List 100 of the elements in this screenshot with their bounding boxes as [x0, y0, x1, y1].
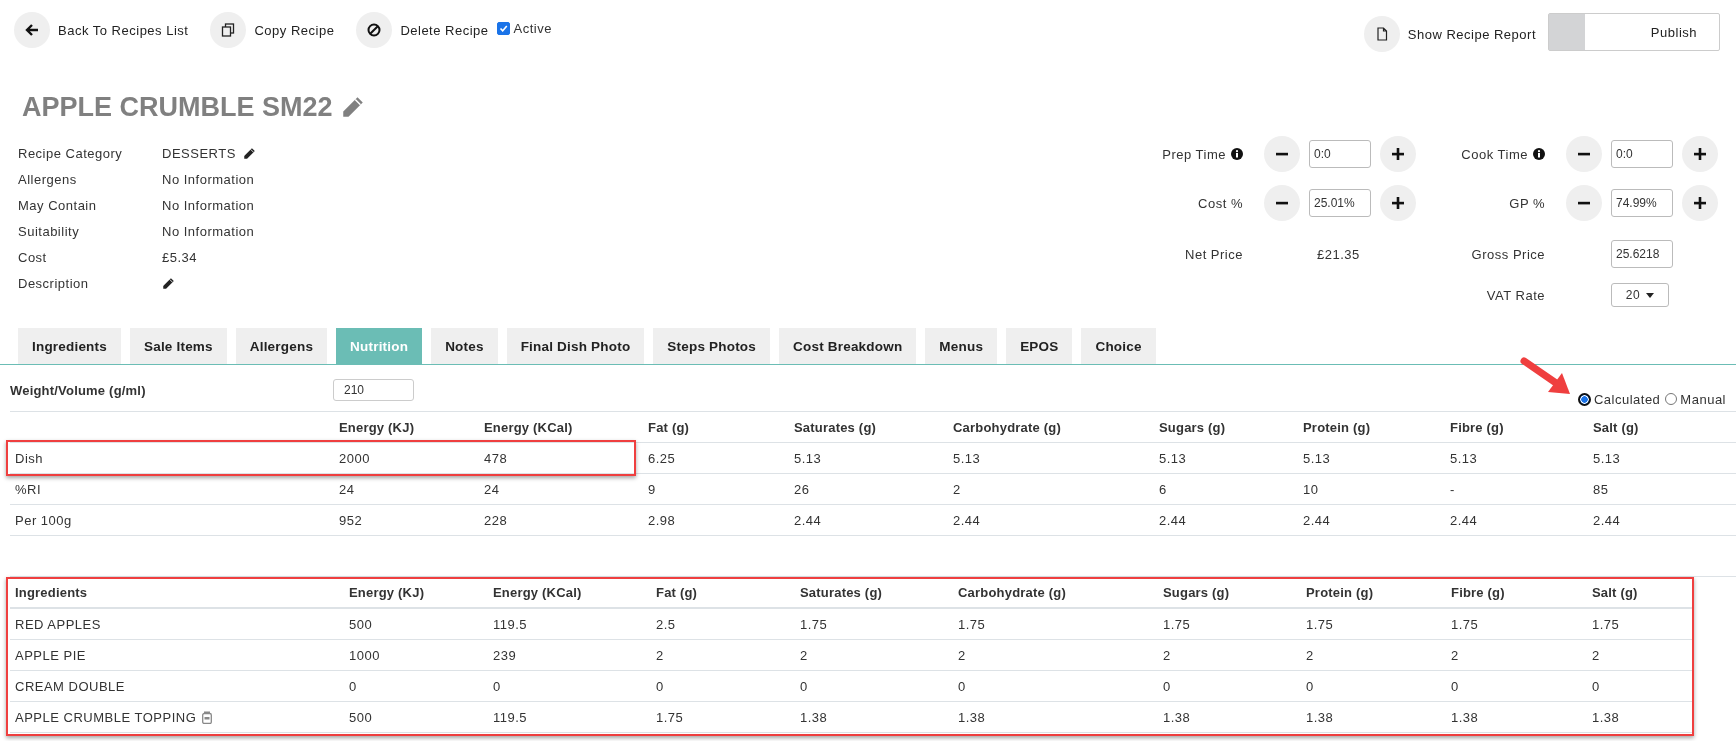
- tab[interactable]: Menus: [925, 328, 998, 364]
- table-cell-text: 2.44: [1592, 512, 1622, 528]
- table-cell-text: 2.44: [793, 512, 823, 528]
- table-cell-text: 5.13: [952, 450, 982, 466]
- table-cell-text: 2.44: [952, 512, 982, 528]
- tab[interactable]: EPOS: [1006, 328, 1073, 364]
- plus-icon: [1694, 148, 1706, 160]
- active-label: Active: [513, 20, 552, 36]
- table-cell-text: 239: [492, 647, 518, 663]
- decrease-button[interactable]: [1264, 136, 1300, 172]
- field-label: GP %: [1509, 195, 1545, 211]
- pencil-icon[interactable]: [162, 276, 175, 290]
- decrease-button[interactable]: [1566, 185, 1602, 221]
- value-field[interactable]: 25.01%: [1309, 189, 1371, 217]
- back-button[interactable]: Back To Recipes List: [14, 12, 189, 48]
- table-cell-text: 5.13: [793, 450, 823, 466]
- table-cell-text: 1.38: [1162, 709, 1192, 725]
- increase-button[interactable]: [1682, 185, 1718, 221]
- table-cell-text: 85: [1592, 481, 1610, 497]
- radio-button[interactable]: [1665, 393, 1678, 405]
- radio-label: Calculated: [1593, 391, 1661, 407]
- arrow-left-icon: [25, 23, 39, 37]
- table-cell-text: 2: [799, 647, 809, 663]
- table-cell-text: 0: [492, 678, 502, 694]
- table-cell-text: 2.44: [1302, 512, 1332, 528]
- value-field[interactable]: 0:0: [1309, 140, 1371, 168]
- column-header: Fibre (g): [1449, 419, 1505, 435]
- plus-icon: [1392, 197, 1404, 209]
- copy-button[interactable]: Copy Recipe: [210, 12, 335, 48]
- field-label: Net Price: [1185, 246, 1243, 262]
- tab[interactable]: Allergens: [235, 328, 328, 364]
- document-icon: [1374, 27, 1389, 41]
- row-label: Per 100g: [14, 512, 73, 528]
- weight-field[interactable]: 210: [333, 379, 414, 401]
- radio-button[interactable]: [1577, 392, 1591, 406]
- plus-icon: [1392, 148, 1404, 160]
- detail-label: May Contain: [18, 197, 98, 213]
- table-cell-text: 1.38: [1591, 709, 1621, 725]
- table-cell-text: 1000: [348, 647, 381, 663]
- column-header: Salt (g): [1591, 584, 1639, 600]
- tab[interactable]: Notes: [431, 328, 498, 364]
- table-cell-text: 1.75: [1305, 616, 1335, 632]
- column-header: Fibre (g): [1450, 584, 1506, 600]
- column-header: Ingredients: [14, 584, 89, 600]
- recipe-report-button[interactable]: Show Recipe Report: [1363, 16, 1536, 52]
- increase-button[interactable]: [1380, 185, 1416, 221]
- column-header: Saturates (g): [799, 584, 884, 600]
- decrease-button[interactable]: [1264, 185, 1300, 221]
- table-cell-text: 1.75: [1162, 616, 1192, 632]
- pencil-icon[interactable]: [242, 146, 256, 160]
- checkmark-icon: [498, 23, 508, 33]
- column-header: Salt (g): [1592, 419, 1640, 435]
- ingredient-name: APPLE PIE: [15, 647, 86, 663]
- table-cell-text: 2000: [338, 450, 371, 466]
- field-label: Gross Price: [1471, 246, 1545, 262]
- tab[interactable]: Sale Items: [129, 328, 227, 364]
- table-cell-text: 2.98: [647, 512, 677, 528]
- decrease-button[interactable]: [1566, 136, 1602, 172]
- field-label: VAT Rate: [1486, 287, 1545, 303]
- column-header: Protein (g): [1305, 584, 1375, 600]
- column-header: Fat (g): [655, 584, 699, 600]
- publish-toggle[interactable]: Publish: [1548, 13, 1720, 51]
- detail-value: DESSERTS: [162, 145, 236, 161]
- recipe-title: APPLE CRUMBLE SM22: [22, 91, 333, 123]
- active-checkbox[interactable]: [496, 21, 510, 35]
- table-cell-text: 2: [952, 481, 962, 497]
- table-cell-text: 6.25: [647, 450, 677, 466]
- increase-button[interactable]: [1380, 136, 1416, 172]
- tab[interactable]: Ingredients: [18, 328, 121, 364]
- tab[interactable]: Final Dish Photo: [506, 328, 645, 364]
- table-cell-text: 500: [348, 616, 374, 632]
- vat-rate-dropdown[interactable]: 20: [1611, 283, 1669, 307]
- tab[interactable]: Steps Photos: [653, 328, 771, 364]
- table-cell-text: 5.13: [1592, 450, 1622, 466]
- column-header: Energy (KJ): [348, 584, 426, 600]
- table-cell-text: 1.75: [655, 709, 685, 725]
- column-header: Fat (g): [647, 419, 691, 435]
- table-cell-text: 2: [1305, 647, 1315, 663]
- table-cell-text: 1.75: [1591, 616, 1621, 632]
- field-label: Cost %: [1198, 195, 1243, 211]
- value-field[interactable]: 0:0: [1611, 140, 1673, 168]
- table-cell-text: 6: [1158, 481, 1168, 497]
- table-cell-text: 2: [957, 647, 967, 663]
- increase-button[interactable]: [1682, 136, 1718, 172]
- table-cell-text: 1.38: [957, 709, 987, 725]
- ban-icon: [367, 23, 382, 37]
- tab[interactable]: Choice: [1081, 328, 1156, 364]
- delete-button[interactable]: Delete Recipe: [356, 12, 489, 48]
- row-label: Dish: [14, 450, 44, 466]
- value-field[interactable]: 74.99%: [1611, 189, 1673, 217]
- table-cell-text: 0: [1450, 678, 1460, 694]
- column-header: Sugars (g): [1162, 584, 1231, 600]
- tab[interactable]: Cost Breakdown: [779, 328, 917, 364]
- ingredient-name: APPLE CRUMBLE TOPPING: [15, 709, 197, 725]
- table-cell-text: 5.13: [1302, 450, 1332, 466]
- weight-label: Weight/Volume (g/ml): [10, 382, 147, 398]
- table-cell-text: 2.44: [1449, 512, 1479, 528]
- price-field[interactable]: 25.6218: [1611, 240, 1673, 268]
- table-cell-text: 2: [1450, 647, 1460, 663]
- table-cell-text: 0: [1162, 678, 1172, 694]
